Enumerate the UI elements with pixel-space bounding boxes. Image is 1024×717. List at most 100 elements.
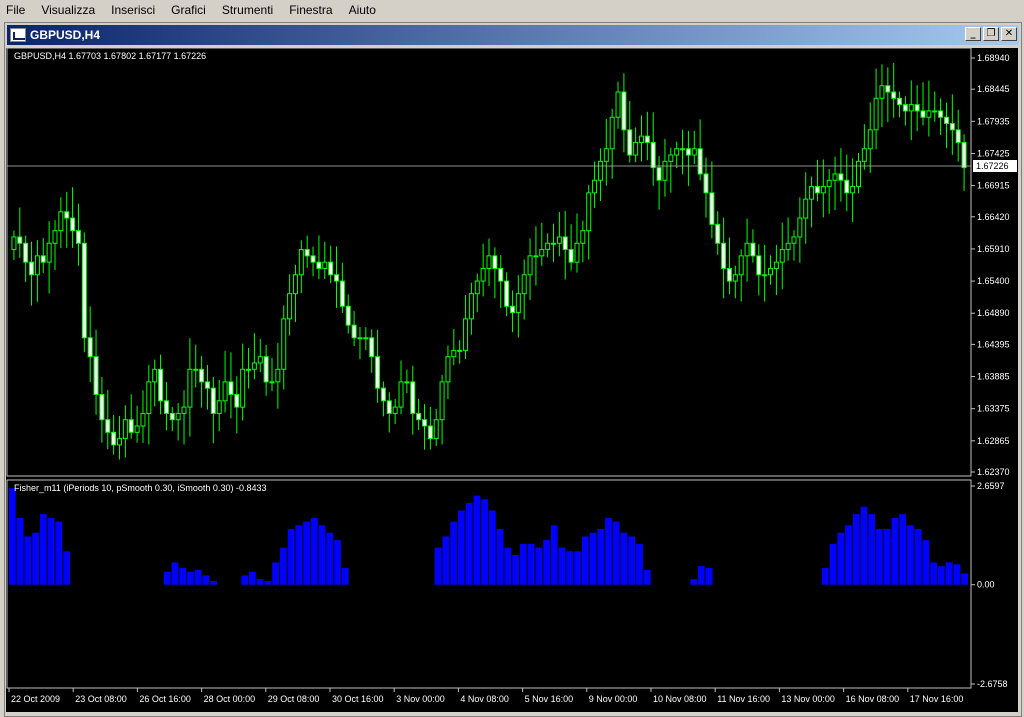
fisher-bar [953, 564, 961, 585]
candle-body [644, 135, 650, 143]
fisher-bar [643, 569, 651, 585]
candle-body [603, 148, 609, 162]
candle-body [826, 179, 832, 188]
candle-body [427, 425, 433, 440]
window-titlebar[interactable]: GBPUSD,H4 _ ❐ ✕ [7, 25, 1019, 45]
price-y-tick-label: 1.64890 [977, 308, 1010, 318]
fisher-bar [620, 532, 628, 585]
fisher-bar [961, 573, 968, 585]
x-tick-label: 28 Oct 00:00 [204, 694, 256, 704]
fisher-bar [845, 525, 852, 585]
price-y-tick-label: 1.65910 [977, 244, 1010, 254]
candle-body [339, 280, 345, 307]
candle-body [193, 368, 199, 371]
fisher-bar [489, 510, 496, 585]
candle-body [545, 242, 551, 251]
candle-body [40, 255, 46, 263]
candle-body [791, 236, 797, 244]
fisher-bar [450, 521, 458, 585]
candle-body [363, 337, 369, 340]
candle-body [439, 381, 445, 421]
candle-body [492, 255, 498, 269]
candle-body [586, 192, 592, 232]
candle-body [210, 387, 216, 414]
fisher-bar [202, 575, 210, 585]
x-tick-label: 23 Oct 08:00 [75, 694, 127, 704]
close-button[interactable]: ✕ [1001, 27, 1017, 41]
fisher-bar [481, 499, 488, 585]
candle-body [216, 400, 222, 414]
candle-body [380, 387, 386, 402]
candle-body [879, 85, 885, 99]
menu-item-finestra[interactable]: Finestra [283, 0, 338, 20]
candle-body [738, 255, 744, 276]
candle-body [75, 230, 81, 244]
candle-body [820, 186, 826, 194]
chart-canvas[interactable]: 1.68940 1.68445 1.67935 1.67425 1.66915 1.664… [6, 47, 1018, 712]
indicator-y-tick-label: -2.6758 [977, 679, 1008, 689]
fisher-bar [574, 551, 581, 585]
candle-body [914, 104, 920, 112]
price-y-tick-label: 1.63375 [977, 404, 1010, 414]
candle-body [785, 242, 791, 251]
candle-body [498, 267, 504, 282]
candle-body [515, 293, 521, 314]
candle-body [680, 148, 686, 151]
candle-body [850, 186, 856, 194]
fisher-bar [535, 547, 543, 585]
candle-body [357, 337, 363, 340]
fisher-bar [876, 529, 883, 585]
candle-body [457, 349, 463, 352]
menu-item-grafici[interactable]: Grafici [165, 0, 212, 20]
candle-body [128, 419, 134, 433]
candle-body [732, 274, 738, 282]
candle-body [463, 318, 469, 351]
candle-body [902, 104, 908, 112]
candle-body [87, 337, 93, 358]
candle-body [920, 110, 926, 118]
x-tick-label: 30 Oct 16:00 [332, 694, 384, 704]
fisher-bar [442, 536, 450, 585]
candle-body [328, 261, 334, 276]
fisher-bar [829, 543, 837, 585]
candle-body [574, 242, 580, 263]
candle-body [949, 123, 955, 131]
minimize-button[interactable]: _ [965, 27, 981, 41]
candle-body [287, 293, 293, 320]
chart-area[interactable]: 1.68940 1.68445 1.67935 1.67425 1.66915 1.664… [6, 47, 1018, 712]
menu-item-inserisci[interactable]: Inserisci [105, 0, 161, 20]
candle-body [433, 419, 439, 440]
price-y-tick-label: 1.68445 [977, 84, 1010, 94]
candle-body [298, 249, 304, 276]
fisher-bar [566, 551, 574, 585]
candle-body [685, 148, 691, 156]
fisher-bar [519, 543, 527, 585]
menu-item-file[interactable]: File [0, 0, 31, 20]
candle-body [240, 368, 246, 408]
candle-body [867, 129, 873, 150]
fisher-bar [210, 580, 218, 585]
menu-item-strumenti[interactable]: Strumenti [216, 0, 279, 20]
indicator-y-tick-label: 2.6597 [977, 481, 1005, 491]
price-y-tick-label: 1.67935 [977, 116, 1010, 126]
restore-button[interactable]: ❐ [983, 27, 999, 41]
candle-body [832, 173, 838, 181]
candle-body [111, 431, 117, 446]
candle-body [662, 160, 668, 181]
candle-body [404, 381, 410, 384]
candle-body [281, 318, 287, 370]
fisher-bar [636, 543, 643, 585]
candle-body [609, 116, 615, 150]
candle-body [468, 293, 474, 320]
fisher-bar [698, 566, 705, 585]
candle-body [169, 412, 175, 421]
menu-item-visualizza[interactable]: Visualizza [35, 0, 101, 20]
x-tick-label: 13 Nov 00:00 [781, 694, 835, 704]
candle-body [345, 305, 351, 326]
candle-body [375, 356, 381, 389]
candle-body [204, 381, 210, 389]
candle-body [885, 85, 891, 93]
menu-item-aiuto[interactable]: Aiuto [343, 0, 382, 20]
candle-body [52, 230, 58, 244]
candle-body [551, 242, 557, 245]
